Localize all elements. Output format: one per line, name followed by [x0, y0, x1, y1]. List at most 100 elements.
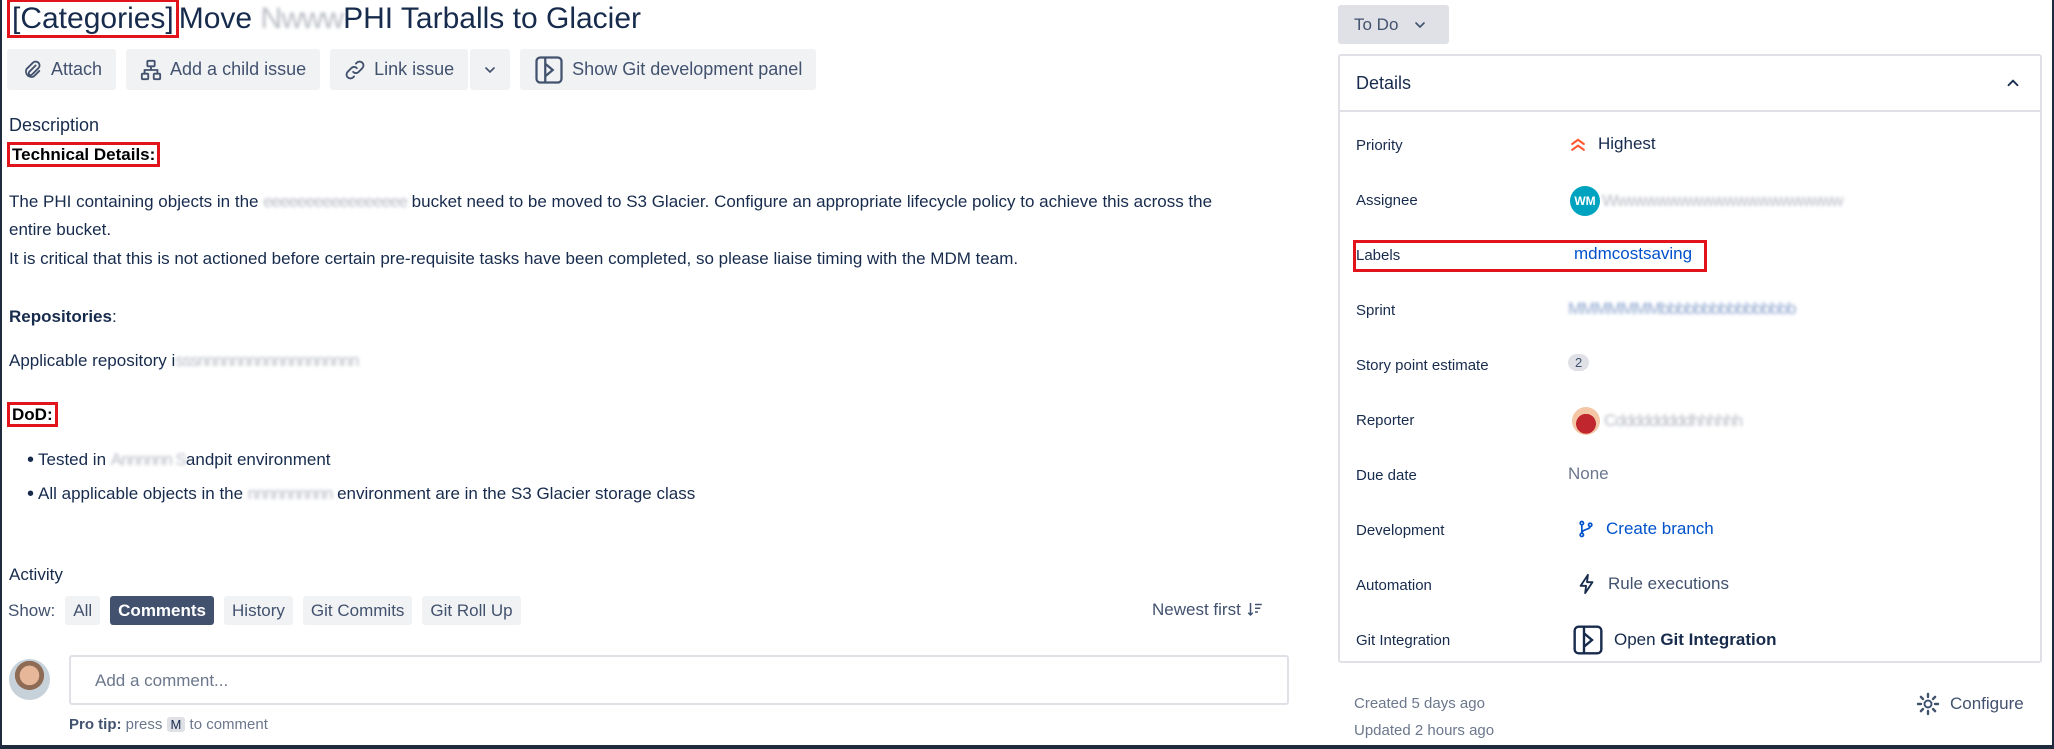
tab-history[interactable]: History — [224, 596, 293, 625]
repository-line-start: Applicable repository i — [9, 351, 176, 370]
link-issue-group: Link issue — [330, 49, 511, 90]
dod-label: DoD: — [7, 402, 58, 427]
development-label: Development — [1356, 522, 1445, 539]
git-integration-icon — [535, 55, 563, 84]
create-branch-label: Create branch — [1606, 519, 1714, 538]
sort-label: Newest first — [1152, 600, 1241, 619]
activity-heading: Activity — [9, 565, 63, 584]
bullet2-redacted: nnnnnnnnnn — [247, 484, 334, 503]
automation-label: Automation — [1356, 577, 1432, 594]
protip-label: Pro tip: — [69, 716, 122, 733]
technical-details-heading: Technical Details: — [7, 142, 161, 167]
due-date-value[interactable]: None — [1568, 464, 1609, 484]
add-child-issue-button[interactable]: Add a child issue — [126, 49, 321, 90]
technical-details-label: Technical Details: — [7, 142, 161, 167]
rule-executions-link[interactable]: Rule executions — [1576, 573, 1729, 595]
attach-button[interactable]: Attach — [7, 49, 117, 90]
description-paragraph-2: It is critical that this is not actioned… — [9, 249, 1019, 268]
git-development-panel-label: Show Git development panel — [572, 59, 803, 79]
chevron-down-icon — [485, 66, 496, 73]
protip-press: press — [121, 716, 167, 733]
git-integration-icon — [1573, 625, 1603, 655]
assignee-field[interactable]: WM Wwwwwwwwwwwwwwwwwwwww — [1570, 186, 1844, 216]
gear-icon — [1916, 692, 1940, 716]
rule-executions-label: Rule executions — [1608, 574, 1729, 593]
link-issue-dropdown[interactable] — [470, 49, 511, 90]
create-branch-link[interactable]: Create branch — [1576, 519, 1714, 539]
title-text-end: PHI Tarballs to Glacier — [343, 2, 642, 35]
reporter-avatar — [1572, 407, 1600, 435]
p1-redacted: eeeeeeeeeeeeeeeee — [263, 192, 408, 211]
status-label: To Do — [1354, 14, 1399, 34]
repositories-label: Repositories — [9, 307, 112, 326]
keyboard-shortcut-key: M — [166, 717, 186, 732]
description-heading: Description — [9, 115, 100, 135]
label-mdmcostsaving[interactable]: mdmcostsaving — [1574, 244, 1692, 264]
bullet2-start: All applicable objects in the — [38, 484, 248, 503]
details-header[interactable]: Details — [1340, 56, 2040, 112]
story-points-field[interactable]: 2 — [1568, 354, 1590, 371]
repository-redacted: sssnnnnnnnnnnnnnnnnnnn — [175, 351, 359, 370]
git-integration-text: Git Integration — [1660, 630, 1777, 649]
hierarchy-icon — [140, 59, 162, 80]
git-development-panel-button[interactable]: Show Git development panel — [520, 49, 817, 90]
bullet1-start: Tested in — [38, 450, 111, 469]
title-text-start: Move — [178, 2, 261, 35]
updated-timestamp: Updated 2 hours ago — [1354, 722, 1495, 739]
repositories-heading: Repositories: — [9, 303, 117, 331]
priority-label: Priority — [1356, 137, 1403, 154]
details-heading: Details — [1356, 72, 1412, 93]
dod-heading: DoD: — [7, 402, 58, 427]
sprint-field[interactable]: MMMMMMMbbbbbbbbbbbbbbbb — [1568, 299, 1796, 319]
attach-label: Attach — [51, 59, 103, 79]
reporter-redacted: Cdddddddddhhhhhh — [1604, 411, 1743, 430]
sprint-label: Sprint — [1356, 302, 1396, 319]
show-label: Show: — [8, 600, 56, 620]
chevron-up-icon[interactable] — [2004, 74, 2022, 92]
sort-newest-first-button[interactable]: Newest first — [1152, 600, 1264, 620]
priority-field[interactable]: Highest — [1568, 134, 1656, 154]
protip-end: to comment — [185, 716, 268, 733]
bullet1-end: andpit environment — [185, 450, 331, 469]
p1-end: bucket need to be moved to S3 Glacier. C… — [406, 192, 1213, 211]
issue-page: [Categories] Move NwwwPHI Tarballs to Gla… — [2, 0, 2052, 745]
labels-label: Labels — [1356, 247, 1401, 264]
git-integration-label: Git Integration — [1356, 632, 1451, 649]
repository-line: Applicable repository isssnnnnnnnnnnnnnn… — [9, 347, 359, 375]
bullet2-end: environment are in the S3 Glacier storag… — [332, 484, 696, 503]
title-category-tag: [Categories] — [7, 0, 179, 38]
tab-git-roll-up[interactable]: Git Roll Up — [422, 596, 521, 625]
reporter-label: Reporter — [1356, 412, 1415, 429]
link-issue-button[interactable]: Link issue — [330, 49, 469, 90]
add-child-issue-label: Add a child issue — [170, 59, 307, 79]
current-user-avatar — [9, 659, 50, 700]
comment-input[interactable]: Add a comment... — [69, 655, 1289, 705]
priority-value: Highest — [1598, 134, 1656, 153]
issue-title[interactable]: [Categories] Move NwwwPHI Tarballs to Gla… — [7, 0, 642, 38]
title-redacted: Nwww — [260, 2, 344, 35]
assignee-label: Assignee — [1356, 192, 1418, 209]
activity-filter: Show: All Comments History Git Commits G… — [8, 596, 521, 625]
created-timestamp: Created 5 days ago — [1354, 695, 1485, 712]
tab-all[interactable]: All — [65, 596, 101, 625]
link-issue-label: Link issue — [374, 59, 455, 79]
priority-highest-icon — [1571, 138, 1585, 151]
link-icon — [345, 60, 365, 79]
paperclip-icon — [25, 60, 41, 78]
reporter-field[interactable]: Cdddddddddhhhhhh — [1572, 407, 1743, 435]
status-dropdown[interactable]: To Do — [1338, 5, 1449, 44]
p1-start: The PHI containing objects in the — [9, 192, 264, 211]
dod-list-item: All applicable objects in the nnnnnnnnnn… — [27, 483, 696, 506]
configure-button[interactable]: Configure — [1916, 692, 2024, 716]
dod-list-item: Tested in Annnnnn Sandpit environment — [27, 449, 331, 472]
open-git-integration-link[interactable]: Open Git Integration — [1572, 624, 1776, 656]
tab-git-commits[interactable]: Git Commits — [302, 596, 413, 625]
branch-icon — [1579, 520, 1593, 538]
tab-comments[interactable]: Comments — [110, 596, 215, 625]
story-points-label: Story point estimate — [1356, 357, 1489, 374]
bullet1-redacted: Annnnnn S — [110, 450, 187, 469]
chevron-down-icon — [1415, 21, 1426, 28]
assignee-avatar: WM — [1570, 186, 1600, 216]
assignee-redacted: Wwwwwwwwwwwwwwwwwwwww — [1602, 191, 1844, 210]
issue-main-column: [Categories] Move NwwwPHI Tarballs to Gla… — [2, 0, 1302, 745]
